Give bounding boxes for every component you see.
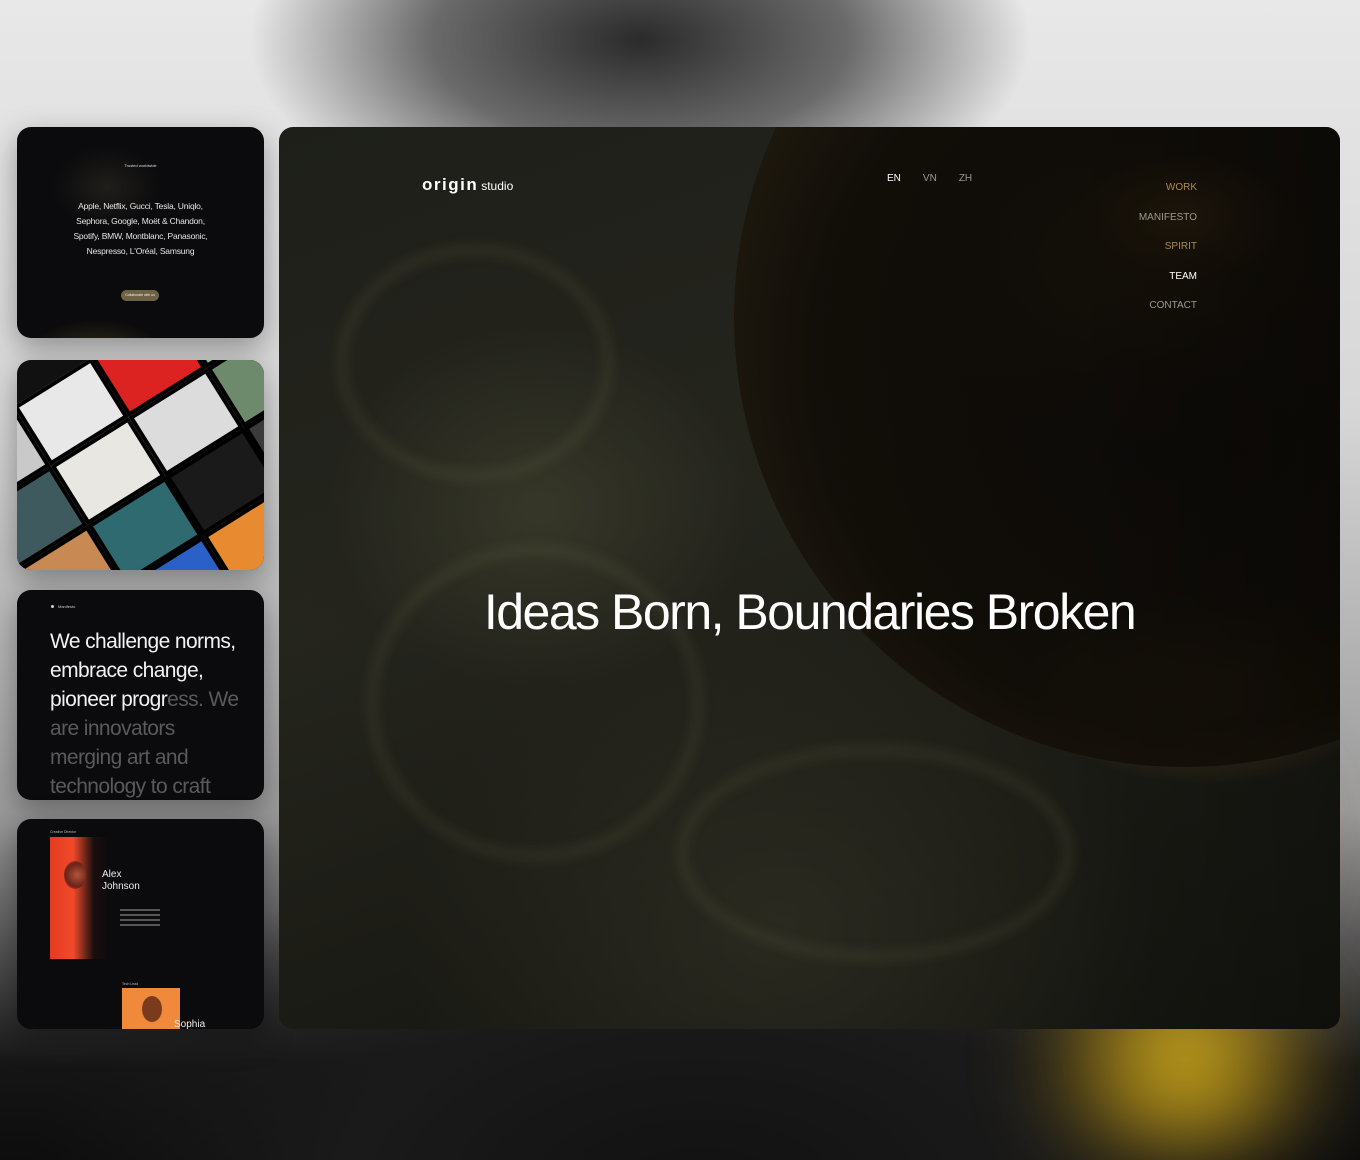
gallery-tiles [17, 360, 264, 570]
gallery-preview-card[interactable] [17, 360, 264, 570]
collaborate-button[interactable]: Collaborate with us [121, 290, 159, 301]
team-photo-sophia [122, 988, 180, 1029]
background-swirl [679, 747, 1071, 959]
hero-headline: Ideas Born, Boundaries Broken [483, 583, 1137, 640]
main-nav: WORK MANIFESTO SPIRIT TEAM CONTACT [1139, 173, 1197, 321]
manifesto-text: We challenge norms, embrace change, pion… [50, 627, 240, 800]
clients-list: Apple, Netflix, Gucci, Tesla, Uniqlo, Se… [73, 201, 208, 256]
nav-team[interactable]: TEAM [1139, 262, 1197, 292]
logo[interactable]: origin studio [422, 175, 513, 195]
lang-vn[interactable]: VN [923, 173, 937, 184]
team-role-2: Tech Lead [122, 982, 139, 986]
vignette [1059, 127, 1340, 1029]
nav-manifesto[interactable]: MANIFESTO [1139, 203, 1197, 233]
team-photo-alex [50, 837, 108, 959]
logo-wordmark: origin [422, 175, 479, 194]
team-role-1: Creative Director [50, 830, 77, 834]
team-preview-card[interactable]: Creative Director Alex Johnson Tech Lead… [17, 819, 264, 1029]
clients-heading: Trusted worldwide [124, 163, 157, 168]
manifesto-preview-card[interactable]: Manifesto We challenge norms, embrace ch… [17, 590, 264, 800]
lang-zh[interactable]: ZH [959, 173, 972, 184]
clients-preview-card[interactable]: Trusted worldwide Apple, Netflix, Gucci,… [17, 127, 264, 338]
team-bio-lines [120, 909, 160, 929]
team-name-1: Alex Johnson [102, 869, 140, 892]
language-switcher: EN VN ZH [887, 173, 972, 184]
main-hero-screen: origin studio EN VN ZH WORK MANIFESTO SPI… [279, 127, 1340, 1029]
team-name-2: Sophia [174, 1019, 206, 1029]
nav-contact[interactable]: CONTACT [1139, 291, 1197, 321]
nav-spirit[interactable]: SPIRIT [1139, 232, 1197, 262]
manifesto-label: Manifesto [51, 604, 75, 609]
logo-suffix: studio [481, 179, 514, 193]
nav-work[interactable]: WORK [1139, 173, 1197, 203]
lang-en[interactable]: EN [887, 173, 901, 184]
background-swirl [339, 247, 611, 479]
